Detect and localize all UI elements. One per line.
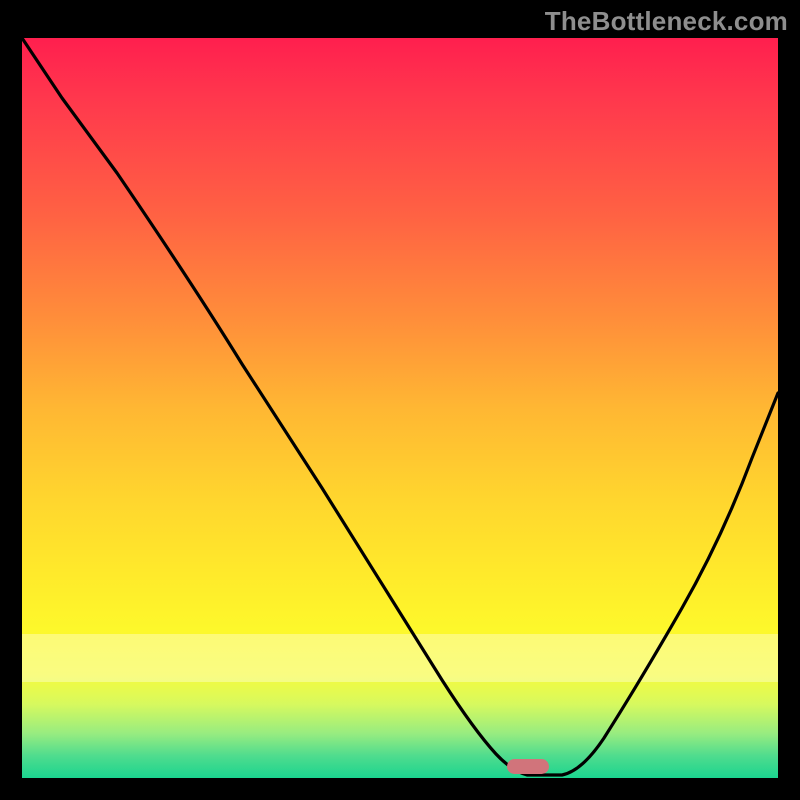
outer-frame: TheBottleneck.com [0,0,800,800]
optimum-marker [507,759,549,774]
plot-area [22,38,778,778]
curve-path [22,38,778,775]
bottleneck-curve [22,38,778,778]
watermark-text: TheBottleneck.com [545,6,788,37]
